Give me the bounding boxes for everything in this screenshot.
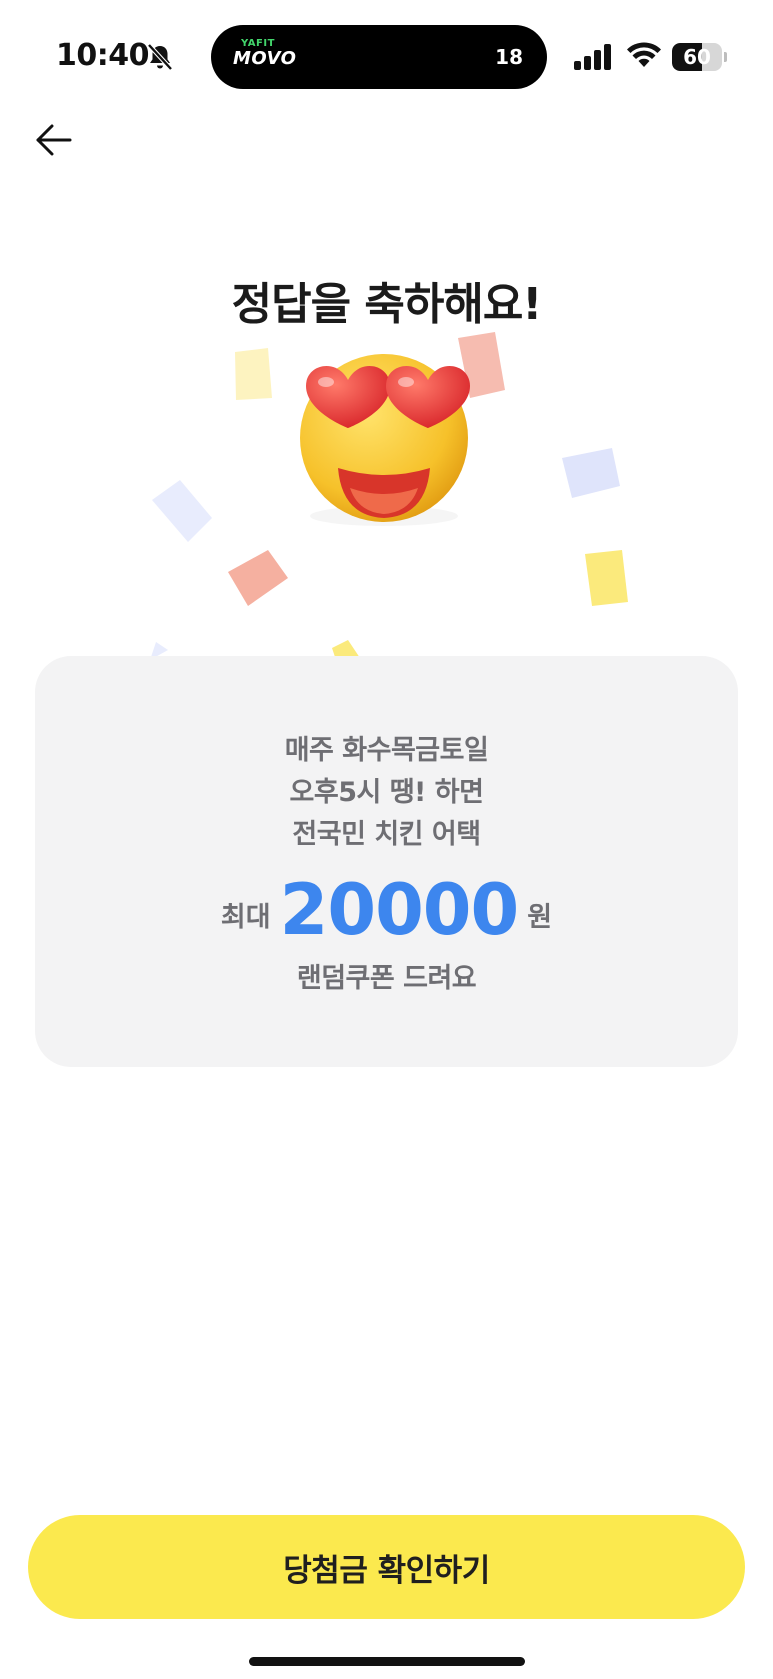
arrow-left-icon xyxy=(36,124,72,156)
confetti-piece xyxy=(228,550,288,606)
battery-cap xyxy=(724,52,727,62)
heart-eyes-emoji-icon xyxy=(300,354,470,526)
celebration-illustration xyxy=(150,332,628,660)
bell-muted-icon xyxy=(147,43,173,71)
card-line-schedule: 매주 화수목금토일 xyxy=(284,735,489,766)
confetti-piece xyxy=(152,480,212,542)
event-info-card: 매주 화수목금토일 오후5시 땡! 하면 전국민 치킨 어택 최대 20000 … xyxy=(35,656,738,1067)
amount-row: 최대 20000 원 xyxy=(35,869,738,951)
back-button[interactable] xyxy=(30,118,82,162)
card-line-time: 오후5시 땡! 하면 xyxy=(289,777,484,808)
confetti-piece xyxy=(585,550,628,606)
confetti-piece xyxy=(562,448,620,498)
battery-indicator: 60 xyxy=(672,43,727,71)
island-brand-logo: MOVO xyxy=(233,48,297,69)
status-time: 10:40 xyxy=(56,38,150,73)
dynamic-island: YAFIT MOVO 18 xyxy=(211,25,547,89)
card-line-coupon: 랜덤쿠폰 드려요 xyxy=(296,963,477,994)
status-bar: 10:40 YAFIT MOVO 18 60 xyxy=(0,0,773,112)
battery-text: 60 xyxy=(683,45,711,69)
amount-value: 20000 xyxy=(279,869,520,951)
card-line-event: 전국민 치킨 어택 xyxy=(292,819,481,850)
battery-level: 60 xyxy=(672,43,722,71)
amount-suffix: 원 xyxy=(527,902,553,933)
island-count: 18 xyxy=(495,45,523,69)
amount-prefix: 최대 xyxy=(220,902,271,933)
check-prize-button[interactable]: 당첨금 확인하기 xyxy=(28,1515,745,1619)
cellular-signal-icon xyxy=(574,44,611,70)
home-indicator xyxy=(249,1657,525,1666)
wifi-icon xyxy=(627,42,661,67)
confetti-piece xyxy=(235,348,272,400)
